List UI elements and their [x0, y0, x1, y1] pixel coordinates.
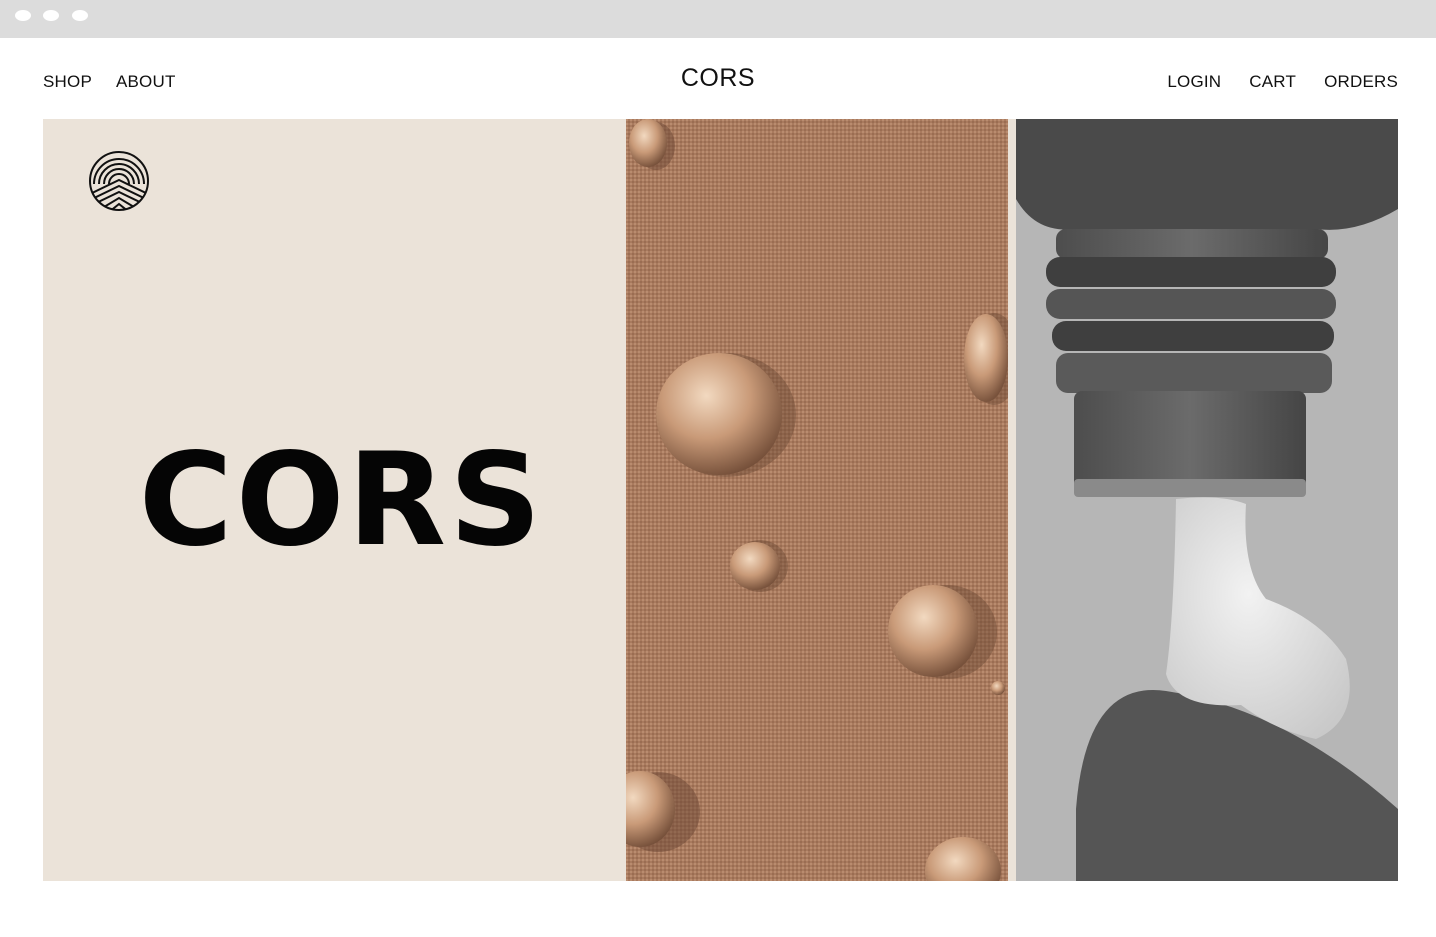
window-maximize-dot[interactable] — [72, 10, 88, 21]
window-minimize-dot[interactable] — [43, 10, 59, 21]
nav-link-login[interactable]: LOGIN — [1167, 72, 1221, 96]
hero-title: CORS — [138, 426, 545, 575]
nav-link-shop[interactable]: SHOP — [43, 72, 92, 96]
browser-titlebar — [0, 0, 1436, 38]
window-close-dot[interactable] — [15, 10, 31, 21]
primary-nav-left: SHOP ABOUT — [43, 72, 176, 96]
hero-banner: CORS — [43, 119, 1398, 881]
brand-emblem-icon — [88, 150, 150, 212]
fabric-water-drops-photo — [626, 119, 1008, 881]
hero-brand-panel: CORS — [43, 119, 626, 881]
nav-link-about[interactable]: ABOUT — [116, 72, 176, 96]
brand-wordmark[interactable]: CORS — [681, 64, 755, 92]
panel-divider — [1008, 119, 1016, 881]
nav-link-orders[interactable]: ORDERS — [1324, 72, 1398, 96]
tube-product-photo — [1016, 119, 1398, 881]
primary-nav-right: LOGIN CART ORDERS — [1167, 72, 1398, 96]
nav-link-cart[interactable]: CART — [1249, 72, 1296, 96]
